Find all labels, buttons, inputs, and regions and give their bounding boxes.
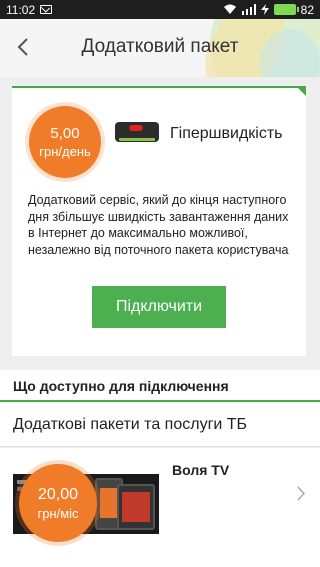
service-card: 5,00 грн/день Гіпершвидкість Додатковий … <box>12 86 306 356</box>
status-time: 11:02 <box>6 2 36 17</box>
wifi-icon <box>223 4 236 14</box>
signal-icon <box>241 4 256 15</box>
section-title: Додаткові пакети та послуги ТБ <box>13 416 248 433</box>
item-title: Воля TV <box>172 462 230 478</box>
section-title: Що доступно для підключення <box>13 378 229 394</box>
app-header: Додатковий пакет <box>0 19 320 77</box>
battery-level: 82 <box>300 2 314 17</box>
price-badge: 20,00 грн/міс <box>19 464 97 542</box>
list-item[interactable]: 20,00 грн/міс Воля TV <box>0 448 320 567</box>
page-title: Додатковий пакет <box>81 36 239 57</box>
section-divider <box>0 400 320 402</box>
price-badge: 5,00 грн/день <box>29 106 101 178</box>
price-amount: 20,00 <box>37 485 79 503</box>
service-name: Гіпершвидкість <box>170 125 283 142</box>
charging-icon <box>260 4 269 15</box>
card-accent-line <box>12 86 306 88</box>
connect-button[interactable]: Підключити <box>92 286 226 328</box>
price-unit: грн/міс <box>37 505 79 521</box>
chevron-right-icon <box>297 484 306 507</box>
section-available-header: Що доступно для підключення <box>0 370 320 402</box>
mail-icon <box>40 5 53 14</box>
battery-icon <box>273 4 299 15</box>
section-tv-header[interactable]: Додаткові пакети та послуги ТБ <box>0 403 320 447</box>
service-description: Додатковий сервіс, який до кінця наступн… <box>28 193 289 257</box>
card-corner <box>296 86 306 96</box>
status-bar: 11:02 82 <box>0 0 320 19</box>
router-icon <box>115 122 159 142</box>
price-amount: 5,00 <box>50 125 80 142</box>
price-unit: грн/день <box>39 144 91 159</box>
